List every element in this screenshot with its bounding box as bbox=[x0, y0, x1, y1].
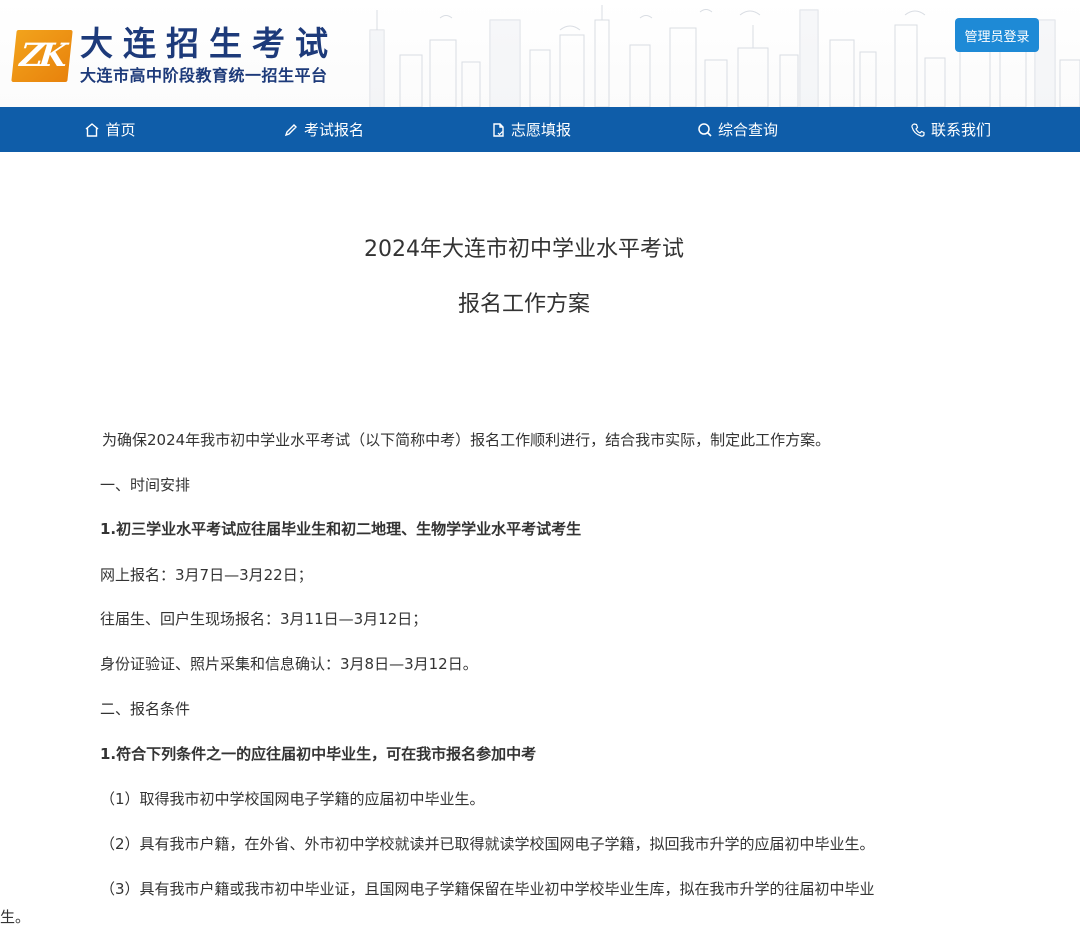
nav-item-label: 联系我们 bbox=[930, 121, 991, 139]
subsection-heading-candidates: 1.初三学业水平考试应往届毕业生和初二地理、生物学学业水平考试考生 bbox=[100, 520, 582, 538]
nav-item-query[interactable]: 综合查询 bbox=[634, 107, 841, 152]
nav-item-label: 综合查询 bbox=[717, 121, 778, 139]
nav-item-exam-registration[interactable]: 考试报名 bbox=[220, 107, 427, 152]
pencil-icon bbox=[284, 123, 297, 136]
site-logo[interactable]: ZK 大连招生考试 大连市高中阶段教育统一招生平台 bbox=[11, 24, 338, 86]
logo-subtitle: 大连市高中阶段教育统一招生平台 bbox=[80, 66, 328, 85]
condition-item-2: （2）具有我市户籍，在外省、外市初中学校就读并已取得就读学校国网电子学籍，拟回我… bbox=[100, 835, 875, 853]
search-icon bbox=[698, 122, 712, 137]
nav-item-label: 首页 bbox=[105, 121, 136, 139]
admin-login-button[interactable]: 管理员登录 bbox=[955, 18, 1039, 52]
site-header: ZK 大连招生考试 大连市高中阶段教育统一招生平台 管理员登录 bbox=[0, 0, 1080, 107]
document-icon bbox=[493, 122, 504, 137]
condition-item-1: （1）取得我市初中学校国网电子学籍的应届初中毕业生。 bbox=[100, 790, 485, 808]
logo-title: 大连招生考试 bbox=[80, 24, 338, 63]
schedule-online-registration: 网上报名：3月7日—3月22日； bbox=[100, 566, 313, 584]
nav-item-label: 考试报名 bbox=[303, 121, 364, 139]
article-content: 2024年大连市初中学业水平考试 报名工作方案 为确保2024年我市初中学业水平… bbox=[0, 236, 1080, 926]
nav-item-home[interactable]: 首页 bbox=[0, 107, 220, 152]
phone-icon bbox=[911, 122, 925, 137]
condition-item-3-continued: 生。 bbox=[0, 908, 31, 926]
intro-paragraph: 为确保2024年我市初中学业水平考试（以下简称中考）报名工作顺利进行，结合我市实… bbox=[102, 431, 831, 449]
schedule-onsite-registration: 往届生、回户生现场报名：3月11日—3月12日； bbox=[100, 610, 428, 628]
nav-item-application-fill[interactable]: 志愿填报 bbox=[427, 107, 634, 152]
section-heading-conditions: 二、报名条件 bbox=[100, 700, 191, 718]
home-icon bbox=[86, 122, 99, 137]
nav-item-label: 志愿填报 bbox=[510, 121, 571, 139]
condition-item-3: （3）具有我市户籍或我市初中毕业证，且国网电子学籍保留在毕业初中学校毕业生库，拟… bbox=[100, 880, 875, 898]
article-title-line2: 报名工作方案 bbox=[457, 292, 590, 317]
main-nav: 首页 考试报名 志愿填报 综合查询 联系我们 bbox=[0, 107, 1080, 152]
nav-item-contact[interactable]: 联系我们 bbox=[841, 107, 1060, 152]
article-title-line1: 2024年大连市初中学业水平考试 bbox=[364, 237, 684, 262]
section-heading-schedule: 一、时间安排 bbox=[100, 476, 191, 494]
subsection-heading-eligibility: 1.符合下列条件之一的应往届初中毕业生，可在我市报名参加中考 bbox=[100, 745, 537, 763]
logo-emblem-icon: ZK bbox=[11, 30, 73, 82]
schedule-id-verification: 身份证验证、照片采集和信息确认：3月8日—3月12日。 bbox=[100, 655, 478, 673]
